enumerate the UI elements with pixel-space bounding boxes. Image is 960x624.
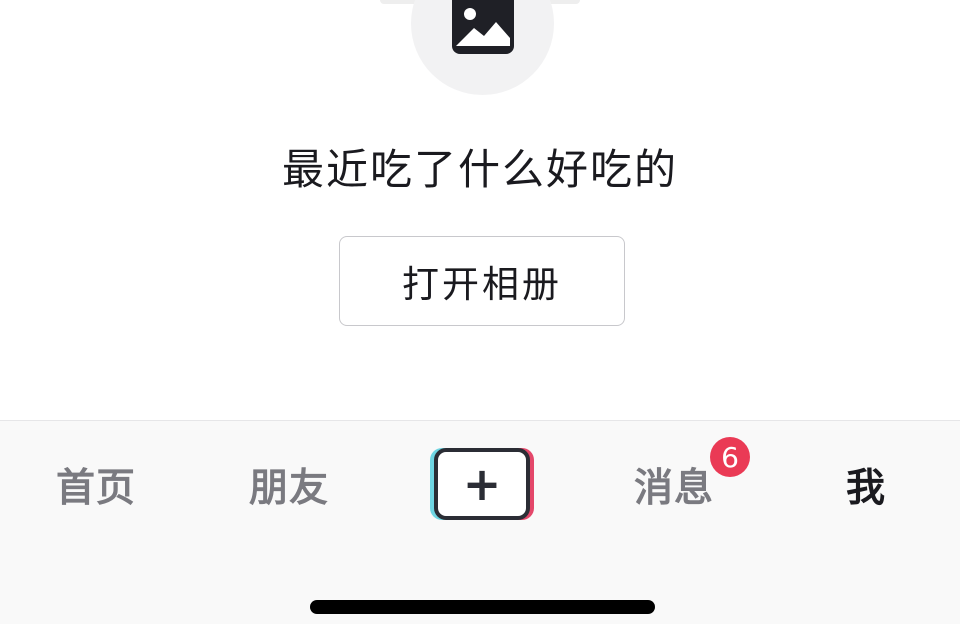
home-indicator[interactable] [310,600,655,614]
messages-unread-badge: 6 [710,437,750,477]
plus-icon: + [462,457,502,511]
tab-me[interactable]: 我 [816,458,916,512]
tab-home[interactable]: 首页 [40,458,152,512]
tab-friends[interactable]: 朋友 [233,458,345,512]
empty-state-prompt: 最近吃了什么好吃的 [281,145,678,194]
image-icon [452,0,514,54]
open-album-button[interactable]: 打开相册 [339,236,625,326]
create-button[interactable]: + [430,448,536,520]
create-button-face: + [434,448,530,520]
bottom-tab-bar: 首页 朋友 + 消息 6 我 [0,420,960,624]
screen: 最近吃了什么好吃的 打开相册 首页 朋友 + 消息 6 我 [0,0,960,624]
